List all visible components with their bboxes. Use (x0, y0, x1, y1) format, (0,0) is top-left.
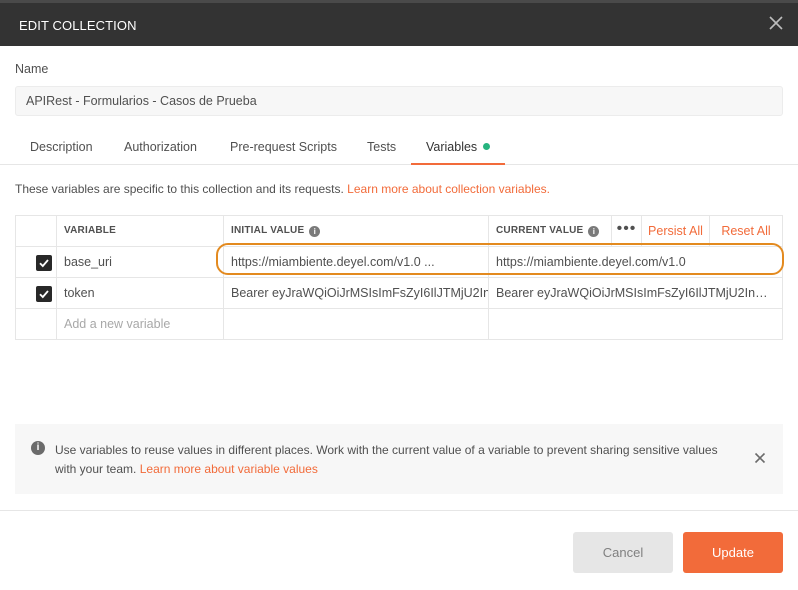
variable-name-cell[interactable]: token (57, 278, 224, 309)
checkmark-icon (39, 290, 49, 299)
variable-enabled-checkbox[interactable] (36, 255, 52, 271)
description-text: These variables are specific to this col… (15, 182, 344, 196)
variable-enabled-checkbox[interactable] (36, 286, 52, 302)
learn-more-collection-variables-link[interactable]: Learn more about collection variables. (347, 182, 550, 196)
info-icon[interactable]: i (588, 226, 600, 237)
checkbox-cell (16, 309, 57, 340)
current-value-cell[interactable]: Bearer eyJraWQiOiJrMSIsImFsZyI6IlJTMjU2I… (489, 278, 782, 309)
tab-tests[interactable]: Tests (352, 131, 411, 165)
tab-variables[interactable]: Variables (411, 131, 506, 165)
table-row: base_uri https://miambiente.deyel.com/v1… (16, 247, 782, 278)
persist-all-button[interactable]: Persist All (641, 216, 709, 247)
info-icon[interactable]: i (309, 226, 321, 237)
tab-pre-request-scripts[interactable]: Pre-request Scripts (215, 131, 352, 165)
dialog-title: EDIT COLLECTION (19, 18, 137, 33)
reset-all-button[interactable]: Reset All (709, 216, 782, 247)
tab-authorization[interactable]: Authorization (109, 131, 212, 165)
footer-divider (0, 510, 798, 511)
initial-value-cell[interactable]: https://miambiente.deyel.com/v1.0 ... (224, 247, 489, 278)
header-checkbox-cell (16, 216, 57, 247)
tab-label: Pre-request Scripts (230, 140, 337, 154)
tab-description[interactable]: Description (15, 131, 108, 165)
status-dot-icon (483, 143, 491, 150)
dismiss-icon[interactable] (754, 452, 766, 464)
tab-label: Authorization (124, 140, 197, 154)
variable-name-cell[interactable]: base_uri (57, 247, 224, 278)
learn-more-variable-values-link[interactable]: Learn more about variable values (140, 462, 318, 476)
checkbox-cell (16, 278, 57, 309)
tab-label: Tests (367, 140, 397, 154)
more-options-icon[interactable]: ••• (611, 216, 641, 247)
name-label: Name (15, 62, 49, 76)
header-current-value: CURRENT VALUE i (489, 216, 611, 247)
info-icon: i (31, 441, 45, 455)
collection-name-input[interactable] (15, 86, 783, 116)
variables-description: These variables are specific to this col… (15, 182, 550, 196)
initial-value-cell[interactable]: Bearer eyJraWQiOiJrMSIsImFsZyI6IlJTMjU2I… (224, 278, 489, 309)
add-new-variable-input[interactable]: Add a new variable (57, 309, 224, 340)
update-button[interactable]: Update (683, 532, 783, 573)
table-header-row: VARIABLE INITIAL VALUE i CURRENT VALUE i •… (16, 216, 782, 247)
tab-label: Description (30, 140, 93, 154)
table-row-new: Add a new variable (16, 309, 782, 340)
tab-bar: Description Authorization Pre-request Sc… (0, 131, 798, 165)
tab-label: Variables (426, 140, 478, 154)
info-banner: i Use variables to reuse values in diffe… (15, 424, 783, 494)
checkmark-icon (39, 259, 49, 268)
table-row: token Bearer eyJraWQiOiJrMSIsImFsZyI6IlJ… (16, 278, 782, 309)
dialog-titlebar: EDIT COLLECTION (0, 0, 798, 46)
current-value-cell[interactable]: https://miambiente.deyel.com/v1.0 (489, 247, 782, 278)
header-initial-value: INITIAL VALUE i (224, 216, 489, 247)
header-label: INITIAL VALUE (231, 225, 305, 236)
new-initial-value-cell[interactable] (224, 309, 489, 340)
info-banner-text: Use variables to reuse values in differe… (55, 441, 735, 479)
close-icon[interactable] (767, 14, 785, 32)
new-current-value-cell[interactable] (489, 309, 782, 340)
variables-table: VARIABLE INITIAL VALUE i CURRENT VALUE i •… (15, 215, 783, 340)
header-variable: VARIABLE (57, 216, 224, 247)
checkbox-cell (16, 247, 57, 278)
cancel-button[interactable]: Cancel (573, 532, 673, 573)
header-label: CURRENT VALUE (496, 225, 584, 236)
